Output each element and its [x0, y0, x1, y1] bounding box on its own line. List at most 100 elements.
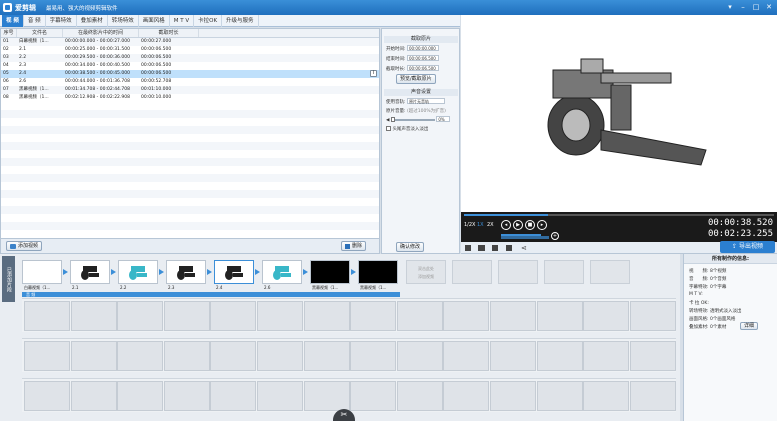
tab-transition[interactable]: 转场特效 — [108, 15, 139, 27]
empty-track-cell[interactable] — [629, 341, 676, 371]
empty-track-cell[interactable] — [490, 381, 536, 411]
tab-video[interactable]: 视 频 — [2, 15, 24, 27]
timeline-clip[interactable] — [262, 260, 302, 284]
transition-arrow-icon[interactable] — [159, 269, 164, 275]
transition-arrow-icon[interactable] — [255, 269, 260, 275]
empty-track-cell[interactable] — [117, 301, 164, 331]
timeline-clip[interactable] — [214, 260, 254, 284]
table-row[interactable]: 08 黑幕视频（1... 00:02:12.908 - 00:02:22.908 00… — [1, 94, 379, 102]
empty-track-cell[interactable] — [536, 301, 583, 331]
tab-style[interactable]: 画面风格 — [139, 15, 170, 27]
progress-bar[interactable] — [464, 214, 774, 216]
empty-track-cell[interactable] — [490, 301, 536, 331]
add-video-button[interactable]: 添加视频 — [6, 241, 43, 251]
empty-track-cell[interactable] — [350, 301, 397, 331]
transition-arrow-icon[interactable] — [207, 269, 212, 275]
transition-arrow-icon[interactable] — [303, 269, 308, 275]
empty-track-cell[interactable] — [629, 301, 676, 331]
empty-track-cell[interactable] — [24, 301, 70, 331]
col-time[interactable]: 在最终影片中的时间 — [63, 29, 139, 37]
col-duration[interactable]: 截取时长 — [139, 29, 199, 37]
table-row[interactable]: 02 2.1 00:00:25.000 - 00:00:31.500 00:00:06… — [1, 46, 379, 54]
export-video-button[interactable]: ⇪ 导出视频 — [720, 241, 775, 253]
empty-track-cell[interactable] — [257, 381, 303, 411]
tab-audio[interactable]: 音 频 — [24, 15, 46, 27]
empty-track-cell[interactable] — [257, 301, 303, 331]
timeline-clip[interactable] — [166, 260, 206, 284]
empty-track-cell[interactable] — [24, 381, 70, 411]
next-button[interactable]: ▸ — [537, 220, 547, 230]
empty-track-cell[interactable] — [117, 341, 164, 371]
empty-track-cell[interactable] — [303, 301, 350, 331]
empty-track-cell[interactable] — [396, 381, 443, 411]
skin-icon[interactable]: ▾ — [725, 2, 735, 12]
tab-subtitle-effects[interactable]: 字幕特效 — [46, 15, 77, 27]
trim-duration-field[interactable]: 00:00:06.500 — [406, 65, 439, 71]
empty-track-cell[interactable] — [350, 341, 397, 371]
empty-slot[interactable] — [498, 260, 538, 284]
empty-track-cell[interactable] — [443, 301, 490, 331]
empty-track-cell[interactable] — [443, 381, 490, 411]
speed-1x[interactable]: 1X — [477, 222, 484, 228]
end-time-field[interactable]: 00:00:06.500 — [406, 55, 439, 61]
empty-track-cell[interactable] — [210, 341, 257, 371]
confirm-edit-button[interactable]: 确认修改 — [396, 242, 425, 252]
table-row[interactable]: 03 2.2 00:00:29.500 - 00:00:36.000 00:00:06… — [1, 54, 379, 62]
prev-button[interactable]: ◂ — [501, 220, 511, 230]
volume-value[interactable]: 0% — [436, 116, 451, 122]
transition-arrow-icon[interactable] — [351, 269, 356, 275]
audio-track-select[interactable]: 原片无音轨 — [406, 98, 445, 104]
transition-arrow-icon[interactable] — [111, 269, 116, 275]
volume-slider[interactable] — [390, 116, 435, 122]
tab-overlay[interactable]: 叠加素材 — [77, 15, 108, 27]
empty-track-cell[interactable] — [490, 341, 536, 371]
detail-button[interactable]: 详细 — [740, 322, 759, 330]
new-file-icon[interactable] — [465, 245, 471, 251]
start-time-field[interactable]: 00:00:00.000 — [406, 45, 439, 51]
empty-track-cell[interactable] — [536, 341, 583, 371]
timeline-clip[interactable] — [310, 260, 350, 284]
empty-track-cell[interactable] — [117, 381, 164, 411]
empty-track-cell[interactable] — [70, 341, 117, 371]
speed-2x[interactable]: 2X — [487, 222, 494, 228]
empty-track-cell[interactable] — [583, 381, 630, 411]
tab-mtv[interactable]: M T V — [170, 15, 195, 27]
tab-karaoke[interactable]: 卡拉OK — [194, 15, 223, 27]
col-filename[interactable]: 文件名 — [17, 29, 63, 37]
empty-track-cell[interactable] — [210, 381, 257, 411]
timeline-clip[interactable] — [70, 260, 110, 284]
info-icon[interactable]: i — [370, 70, 377, 77]
empty-track-cell[interactable] — [536, 381, 583, 411]
empty-track-cell[interactable] — [396, 341, 443, 371]
empty-track-cell[interactable] — [443, 341, 490, 371]
empty-track-cell[interactable] — [583, 301, 630, 331]
empty-track-cell[interactable] — [396, 301, 443, 331]
empty-track-cell[interactable] — [70, 381, 117, 411]
table-row[interactable]: 07 黑幕视频（1... 00:01:34.708 - 00:02:44.708 00… — [1, 86, 379, 94]
empty-slot[interactable] — [544, 260, 584, 284]
table-row[interactable]: 01 白幕视频（1... 00:00:00.000 - 00:00:27.000 00… — [1, 38, 379, 46]
empty-track-cell[interactable] — [350, 381, 397, 411]
empty-track-cell[interactable] — [629, 381, 676, 411]
empty-track-cell[interactable] — [583, 341, 630, 371]
share-icon[interactable]: ⋖ — [521, 244, 527, 252]
empty-slot[interactable] — [590, 260, 630, 284]
empty-track-cell[interactable] — [70, 301, 117, 331]
timeline-clip[interactable] — [358, 260, 398, 284]
maximize-icon[interactable]: □ — [751, 2, 761, 12]
col-no[interactable]: 序号 — [1, 29, 17, 37]
save-icon[interactable] — [492, 245, 498, 251]
empty-track-cell[interactable] — [163, 301, 210, 331]
empty-track-cell[interactable] — [24, 341, 70, 371]
table-row[interactable]: 04 2.3 00:00:34.000 - 00:00:40.500 00:00:06… — [1, 62, 379, 70]
transition-arrow-icon[interactable] — [63, 269, 68, 275]
empty-track-cell[interactable] — [303, 341, 350, 371]
play-button[interactable]: ▶ — [513, 220, 523, 230]
timeline-clip[interactable] — [118, 260, 158, 284]
add-video-slot[interactable]: 双击此处 添加视频 — [406, 260, 446, 284]
empty-track-cell[interactable] — [257, 341, 303, 371]
empty-track-cell[interactable] — [163, 341, 210, 371]
zoom-slider[interactable] — [501, 236, 549, 239]
empty-track-cell[interactable] — [303, 381, 350, 411]
volume-slider-thumb[interactable] — [390, 116, 395, 122]
